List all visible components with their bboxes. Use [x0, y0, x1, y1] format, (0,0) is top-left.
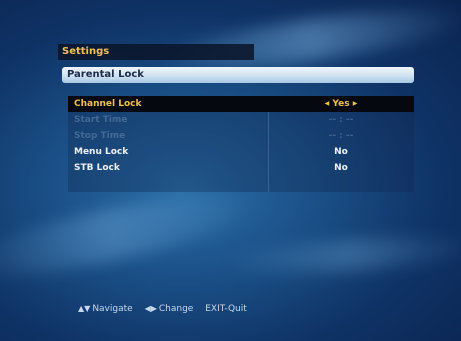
up-down-arrows-icon: ▲▼: [78, 304, 91, 313]
menu-lock-row[interactable]: Menu Lock No: [68, 144, 414, 160]
stb-lock-label: STB Lock: [74, 163, 120, 173]
channel-lock-label: Channel Lock: [74, 99, 142, 109]
menu-lock-label: Menu Lock: [74, 147, 129, 157]
start-time-label: Start Time: [74, 115, 128, 125]
stop-time-label: Stop Time: [74, 131, 126, 141]
arrow-left-icon: ◀: [324, 100, 330, 107]
settings-header: Settings: [58, 44, 254, 60]
channel-lock-row[interactable]: Channel Lock ◀ Yes ▶: [68, 96, 414, 112]
left-right-arrows-icon: ◀▶: [144, 304, 157, 313]
help-exit: EXIT-Quit: [205, 304, 247, 314]
start-time-row: Start Time -- : --: [68, 112, 414, 128]
stb-lock-value[interactable]: No: [268, 160, 414, 176]
arrow-right-icon: ▶: [352, 100, 358, 107]
menu-lock-value[interactable]: No: [268, 144, 414, 160]
parental-lock-panel: Channel Lock ◀ Yes ▶ Start Time -- : -- …: [68, 96, 414, 192]
help-bar: ▲▼ Navigate ◀▶ Change EXIT-Quit: [78, 304, 256, 314]
channel-lock-value[interactable]: ◀ Yes ▶: [268, 96, 414, 112]
menu-title: Parental Lock: [62, 67, 414, 83]
stb-lock-row[interactable]: STB Lock No: [68, 160, 414, 176]
help-navigate: Navigate: [92, 304, 133, 314]
stop-time-row: Stop Time -- : --: [68, 128, 414, 144]
channel-lock-value-text: Yes: [332, 99, 350, 109]
help-change: Change: [158, 304, 194, 314]
stop-time-value: -- : --: [328, 131, 354, 141]
start-time-value: -- : --: [328, 115, 354, 125]
